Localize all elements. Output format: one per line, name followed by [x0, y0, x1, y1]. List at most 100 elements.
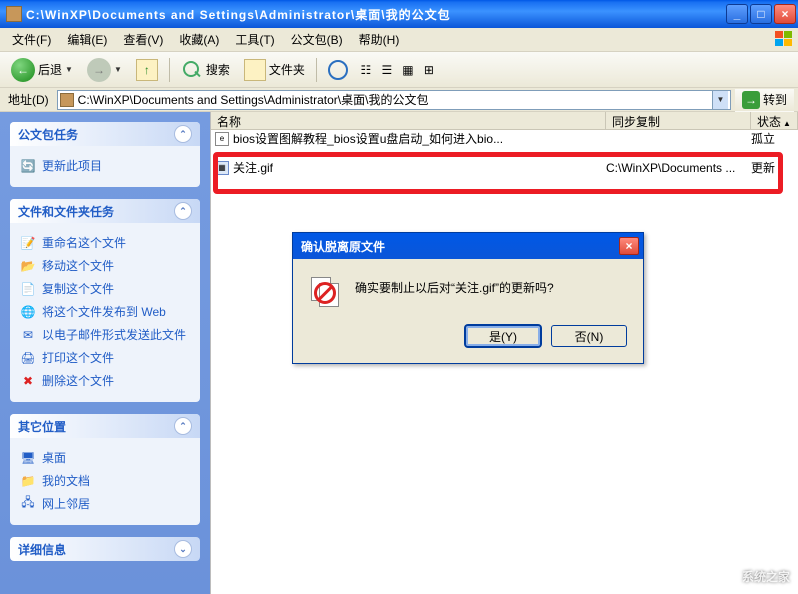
task-email[interactable]: ✉ 以电子邮件形式发送此文件: [18, 323, 192, 346]
sort-icon: ▲: [783, 119, 791, 128]
sync-icon: [328, 60, 348, 80]
separator: [316, 58, 317, 82]
panel-title: 其它位置: [18, 418, 66, 435]
panel-details: 详细信息 ⌄: [10, 537, 200, 561]
panel-title: 公文包任务: [18, 126, 78, 143]
separator: [169, 58, 170, 82]
address-bar: 地址(D) C:\WinXP\Documents and Settings\Ad…: [0, 88, 798, 112]
dialog-warning-icon: [309, 277, 341, 309]
go-button[interactable]: → 转到: [735, 88, 794, 112]
forward-icon: →: [87, 58, 111, 82]
menu-bar: 文件(F) 编辑(E) 查看(V) 收藏(A) 工具(T) 公文包(B) 帮助(…: [0, 28, 798, 52]
panel-header-file[interactable]: 文件和文件夹任务 ⌃: [10, 199, 200, 223]
view-mode-button[interactable]: ☰: [378, 61, 396, 78]
menu-edit[interactable]: 编辑(E): [59, 28, 115, 51]
confirm-dialog: 确认脱离原文件 × 确实要制止以后对“关注.gif”的更新吗? 是(Y) 否(N…: [292, 232, 644, 364]
dialog-yes-button[interactable]: 是(Y): [465, 325, 541, 347]
task-copy[interactable]: 📄 复制这个文件: [18, 277, 192, 300]
dropdown-icon: ▼: [114, 65, 122, 74]
col-name[interactable]: 名称: [211, 112, 606, 129]
expand-icon: ⌄: [174, 540, 192, 558]
dialog-titlebar: 确认脱离原文件 ×: [293, 233, 643, 259]
task-publish[interactable]: 🌐将这个文件发布到 Web: [18, 300, 192, 323]
windows-flag-icon: [774, 30, 794, 48]
menu-briefcase[interactable]: 公文包(B): [283, 28, 351, 51]
copy-icon: 📄: [20, 281, 36, 297]
email-icon: ✉: [20, 327, 36, 343]
go-label: 转到: [763, 91, 787, 108]
file-row[interactable]: ebios设置图解教程_bios设置u盘启动_如何进入bio... 孤立: [211, 130, 798, 147]
folders-button[interactable]: 文件夹: [239, 56, 310, 84]
panel-header-other[interactable]: 其它位置 ⌃: [10, 414, 200, 438]
menu-tools[interactable]: 工具(T): [227, 28, 282, 51]
forward-button[interactable]: → ▼: [82, 55, 127, 85]
folders-icon: [244, 59, 266, 81]
print-icon: 🖨: [20, 350, 36, 366]
dialog-message: 确实要制止以后对“关注.gif”的更新吗?: [355, 277, 627, 309]
menu-help[interactable]: 帮助(H): [351, 28, 408, 51]
back-label: 后退: [38, 61, 62, 78]
task-label: 复制这个文件: [42, 280, 114, 297]
task-move[interactable]: 📂移动这个文件: [18, 254, 192, 277]
task-label: 我的文档: [42, 472, 90, 489]
task-label: 打印这个文件: [42, 349, 114, 366]
task-update-item[interactable]: 🔄 更新此项目: [18, 154, 192, 177]
panel-other-places: 其它位置 ⌃ 🖥桌面 📁 我的文档 🖧 网上邻居: [10, 414, 200, 525]
task-label: 删除这个文件: [42, 372, 114, 389]
close-button[interactable]: ×: [774, 4, 796, 24]
view-mode-button[interactable]: ▦: [399, 61, 417, 78]
menu-favorites[interactable]: 收藏(A): [171, 28, 227, 51]
view-mode-button[interactable]: ⊞: [420, 61, 438, 78]
delete-icon: ✖: [20, 373, 36, 389]
task-label: 网上邻居: [42, 495, 90, 512]
address-label: 地址(D): [4, 91, 53, 108]
minimize-button[interactable]: _: [726, 4, 748, 24]
sync-button[interactable]: [323, 57, 353, 83]
back-button[interactable]: ← 后退 ▼: [6, 55, 78, 85]
task-label: 更新此项目: [42, 157, 102, 174]
collapse-icon: ⌃: [174, 202, 192, 220]
menu-file[interactable]: 文件(F): [4, 28, 59, 51]
up-button[interactable]: ↑: [131, 56, 163, 84]
window-titlebar: C:\WinXP\Documents and Settings\Administ…: [0, 0, 798, 28]
panel-header-details[interactable]: 详细信息 ⌄: [10, 537, 200, 561]
maximize-button[interactable]: □: [750, 4, 772, 24]
column-headers: 名称 同步复制 状态▲: [211, 112, 798, 130]
place-mydocs[interactable]: 📁 我的文档: [18, 469, 192, 492]
dialog-no-button[interactable]: 否(N): [551, 325, 627, 347]
task-label: 以电子邮件形式发送此文件: [42, 326, 186, 343]
search-button[interactable]: 搜索: [176, 56, 235, 84]
panel-title: 详细信息: [18, 541, 66, 558]
folders-label: 文件夹: [269, 61, 305, 78]
web-icon: 🌐: [20, 304, 36, 320]
task-rename[interactable]: 📝重命名这个文件: [18, 231, 192, 254]
go-arrow-icon: →: [742, 91, 760, 109]
network-icon: 🖧: [20, 496, 36, 512]
toolbar: ← 后退 ▼ → ▼ ↑ 搜索 文件夹 ☷ ☰ ▦ ⊞: [0, 52, 798, 88]
task-print[interactable]: 🖨 打印这个文件: [18, 346, 192, 369]
task-delete[interactable]: ✖ 删除这个文件: [18, 369, 192, 392]
highlight-annotation: [213, 152, 783, 194]
window-title: C:\WinXP\Documents and Settings\Administ…: [26, 6, 726, 23]
place-desktop[interactable]: 🖥桌面: [18, 446, 192, 469]
menu-view[interactable]: 查看(V): [115, 28, 171, 51]
task-label: 移动这个文件: [42, 257, 114, 274]
search-label: 搜索: [206, 61, 230, 78]
col-status[interactable]: 状态▲: [751, 112, 798, 129]
panel-title: 文件和文件夹任务: [18, 203, 114, 220]
panel-header-briefcase[interactable]: 公文包任务 ⌃: [10, 122, 200, 146]
documents-icon: 📁: [20, 473, 36, 489]
dropdown-icon: ▼: [65, 65, 73, 74]
dialog-title: 确认脱离原文件: [301, 238, 385, 255]
address-path: C:\WinXP\Documents and Settings\Administ…: [78, 91, 708, 108]
file-status: 孤立: [751, 130, 794, 147]
address-dropdown[interactable]: ▼: [712, 91, 728, 109]
address-input[interactable]: C:\WinXP\Documents and Settings\Administ…: [57, 90, 731, 110]
desktop-icon: 🖥: [20, 450, 36, 466]
dialog-close-button[interactable]: ×: [619, 237, 639, 255]
col-sync[interactable]: 同步复制: [606, 112, 751, 129]
place-network[interactable]: 🖧 网上邻居: [18, 492, 192, 515]
briefcase-icon: [6, 6, 22, 22]
collapse-icon: ⌃: [174, 125, 192, 143]
view-mode-button[interactable]: ☷: [357, 61, 375, 78]
